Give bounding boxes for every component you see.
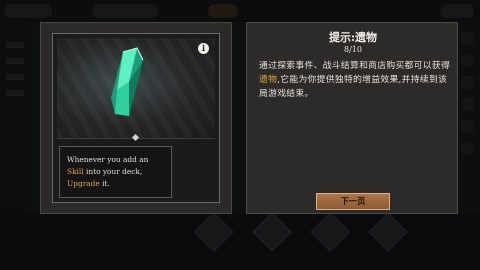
desc-text: into your deck, <box>83 167 143 176</box>
hint-text: 通过探索事件、战斗结算和商店购买都可以获得 <box>259 61 451 71</box>
hint-title: 提示:遗物 <box>328 31 378 44</box>
next-page-button[interactable]: 下一页 <box>316 193 390 210</box>
desc-text: it. <box>99 179 110 188</box>
relic-description: Whenever you add an Skill into your deck… <box>59 146 172 198</box>
teal-crystal-relic-icon <box>111 47 144 116</box>
info-icon[interactable]: i <box>198 43 209 54</box>
hint-panel: 提示:遗物 8/10 通过探索事件、战斗结算和商店购买都可以获得遗物,它能为你提… <box>246 22 458 214</box>
hint-body: 通过探索事件、战斗结算和商店购买都可以获得遗物,它能为你提供独特的增益效果,并持… <box>259 59 451 101</box>
upgrade-keyword[interactable]: Upgrade <box>67 179 100 188</box>
relic-art: i <box>57 38 215 138</box>
page-indicator: 8/10 <box>344 45 362 54</box>
desc-text: Whenever you add an <box>67 155 149 164</box>
relic-card-panel: i Whenever you add an Skill into your de… <box>40 22 232 214</box>
hint-text: ,它能为你提供独特的增益效果,并持续到该局游戏结束。 <box>259 75 448 99</box>
relic-card: i Whenever you add an Skill into your de… <box>52 33 220 203</box>
skill-keyword[interactable]: Skill <box>67 167 84 176</box>
relic-keyword[interactable]: 遗物 <box>259 75 277 85</box>
